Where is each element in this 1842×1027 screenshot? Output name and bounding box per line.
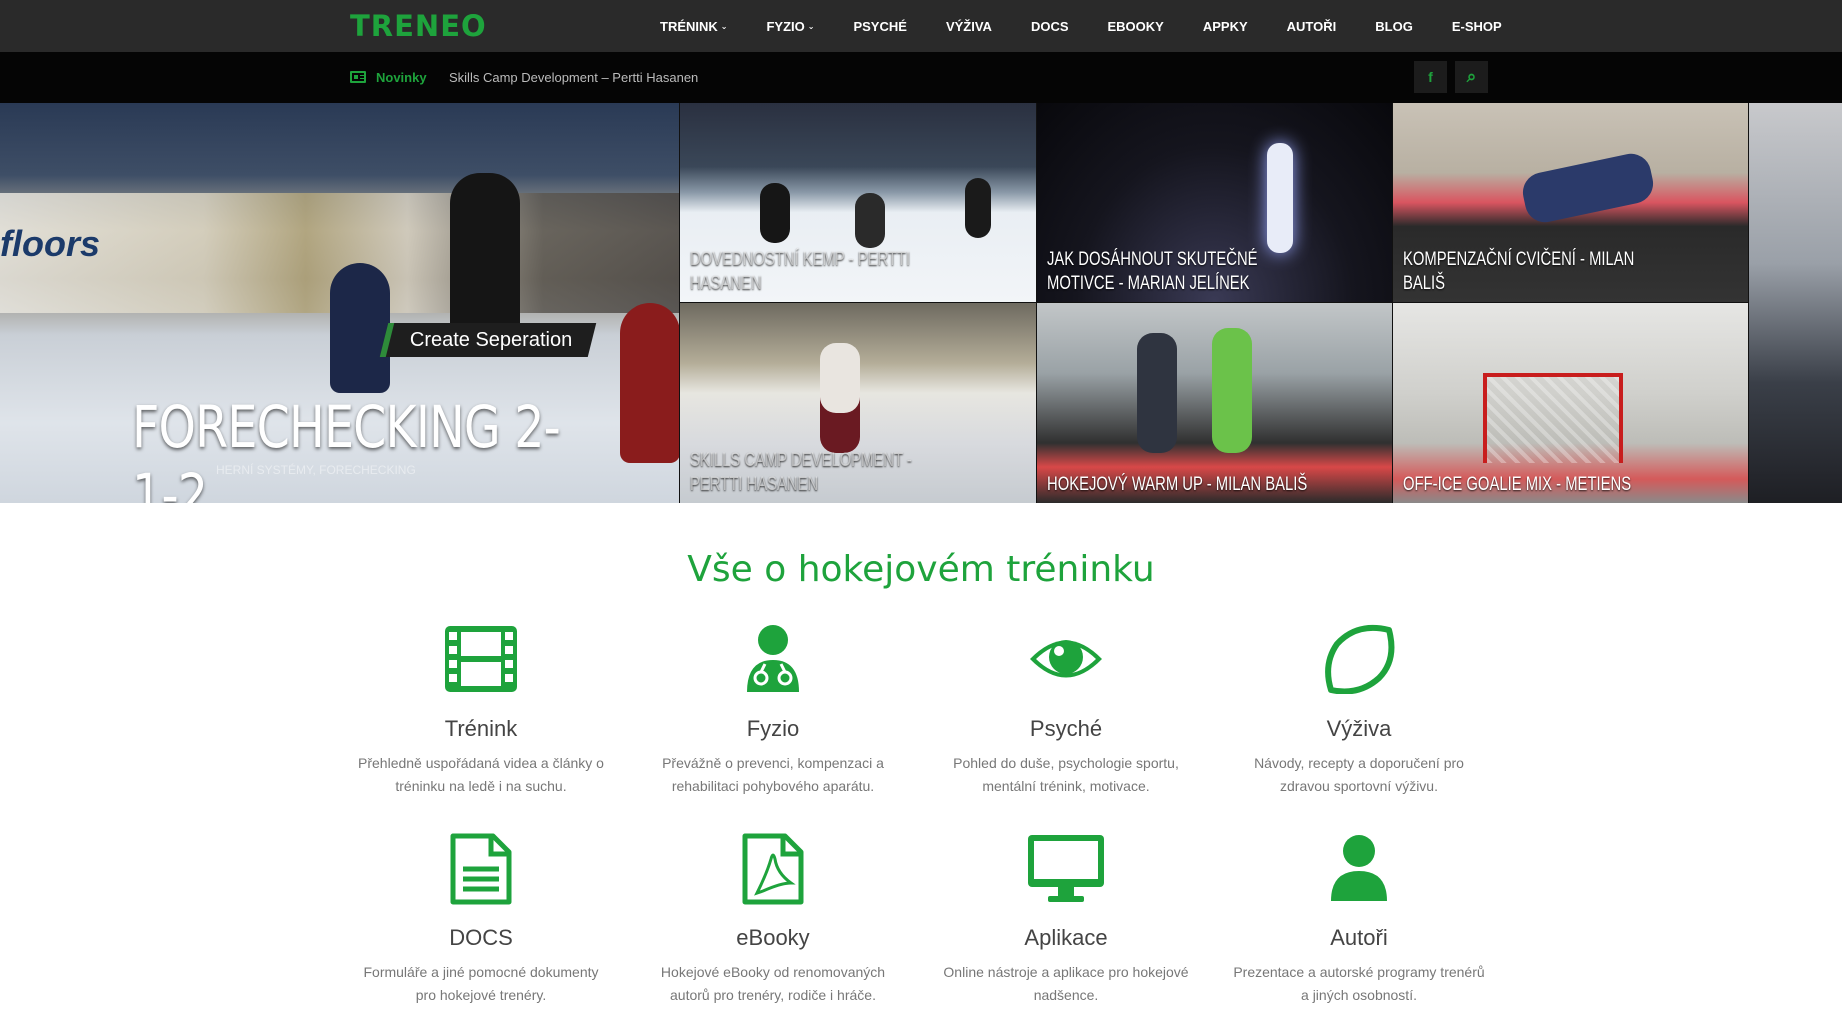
goal-net xyxy=(1483,373,1623,463)
section-title: Vše o hokejovém tréninku xyxy=(687,549,1155,590)
nav-label: FYZIO xyxy=(766,18,805,34)
hero-video-grid: floors Create Seperation FORECHECKING 2-… xyxy=(0,103,1842,503)
feature-desc: Převážně o prevenci, kompenzaci a rehabi… xyxy=(662,755,884,794)
feature-desc: Online nástroje a aplikace pro hokejové … xyxy=(943,964,1189,1003)
player-silhouette xyxy=(450,173,520,333)
eye-icon xyxy=(1026,624,1106,700)
feature-title: Fyzio xyxy=(746,716,800,741)
feature-aplikace[interactable]: Aplikace Online nástroje a aplikace pro … xyxy=(926,833,1206,1007)
feature-title: Výživa xyxy=(1326,716,1392,741)
feature-psyche[interactable]: Psyché Pohled do duše, psychologie sport… xyxy=(926,624,1206,798)
chevron-down-icon: ⌄ xyxy=(807,21,815,31)
floors-sign: floors xyxy=(0,223,101,264)
hero-tile-partial[interactable] xyxy=(1749,103,1842,503)
nav-label: TRÉNINK xyxy=(660,18,718,34)
player-silhouette xyxy=(760,183,790,243)
facebook-button[interactable]: f xyxy=(1414,61,1447,93)
feature-desc: Pohled do duše, psychologie sportu, ment… xyxy=(953,755,1179,794)
feature-trenink[interactable]: Trénink Přehledně uspořádaná videa a člá… xyxy=(341,624,621,798)
newspaper-icon xyxy=(350,71,366,83)
hero-tile[interactable]: HOKEJOVÝ WARM UP - MILAN BALIŠ xyxy=(1037,303,1392,503)
hero-tile-caption: SKILLS CAMP DEVELOPMENT - PERTTI HASANEN xyxy=(690,450,912,495)
search-button[interactable]: ⌕ xyxy=(1455,61,1488,93)
athlete-silhouette xyxy=(1212,328,1252,453)
pdf-icon xyxy=(733,833,813,909)
feature-desc: Formuláře a jiné pomocné dokumenty pro h… xyxy=(363,964,599,1003)
film-icon xyxy=(441,624,521,700)
top-navigation: TRENEO TRÉNINK ⌄ FYZIO ⌄ PSYCHÉ VÝŽIVA DOC… xyxy=(0,0,1842,52)
hero-tile[interactable]: JAK DOSÁHNOUT SKUTEČNÉ MOTIVCE - MARIAN … xyxy=(1037,103,1392,302)
hero-tile-caption: KOMPENZAČNÍ CVIČENÍ - MILAN BALIŠ xyxy=(1403,249,1635,294)
user-icon xyxy=(1319,833,1399,909)
hero-tile[interactable]: DOVEDNOSTNÍ KEMP - PERTTI HASANEN xyxy=(680,103,1036,302)
feature-docs[interactable]: DOCS Formuláře a jiné pomocné dokumenty … xyxy=(341,833,621,1007)
nav-item-docs[interactable]: DOCS xyxy=(1031,19,1069,34)
player-silhouette xyxy=(965,178,991,238)
nav-item-blog[interactable]: BLOG xyxy=(1375,19,1413,34)
athlete-silhouette xyxy=(1519,150,1657,226)
hero-main-tile[interactable]: floors Create Seperation FORECHECKING 2-… xyxy=(0,103,679,503)
video-overlay-label: Create Seperation xyxy=(379,323,597,357)
nav-item-eshop[interactable]: E-SHOP xyxy=(1452,19,1502,34)
player-silhouette xyxy=(820,343,860,453)
feature-title: DOCS xyxy=(449,925,513,950)
nav-item-trenink[interactable]: TRÉNINK ⌄ xyxy=(660,19,727,34)
nav-item-fyzio[interactable]: FYZIO ⌄ xyxy=(766,19,814,34)
hero-tile[interactable]: KOMPENZAČNÍ CVIČENÍ - MILAN BALIŠ xyxy=(1393,103,1748,302)
feature-desc: Přehledně uspořádaná videa a články o tr… xyxy=(358,755,604,794)
treneo-logo[interactable]: TRENEO xyxy=(350,8,487,44)
player-silhouette xyxy=(330,263,390,393)
feature-fyzio[interactable]: Fyzio Převážně o prevenci, kompenzaci a … xyxy=(633,624,913,798)
monitor-icon xyxy=(1026,833,1106,909)
hero-tile[interactable]: OFF-ICE GOALIE MIX - METIENS xyxy=(1393,303,1748,503)
feature-title: Aplikace xyxy=(1024,925,1108,950)
facebook-icon: f xyxy=(1428,69,1433,85)
news-ticker: Novinky Skills Camp Development – Pertti… xyxy=(0,52,1842,103)
nav-item-appky[interactable]: APPKY xyxy=(1203,19,1248,34)
feature-title: Trénink xyxy=(444,716,518,741)
feature-desc: Hokejové eBooky od renomovaných autorů p… xyxy=(660,964,886,1003)
hero-tile[interactable]: SKILLS CAMP DEVELOPMENT - PERTTI HASANEN xyxy=(680,303,1036,503)
player-silhouette xyxy=(620,303,679,463)
search-icon: ⌕ xyxy=(1466,67,1477,86)
feature-desc: Prezentace a autorské programy trenérů a… xyxy=(1233,964,1485,1003)
nav-item-vyziva[interactable]: VÝŽIVA xyxy=(946,19,992,34)
stage-speaker xyxy=(1267,143,1293,253)
hero-main-categories[interactable]: HERNÍ SYSTÉMY, FORECHECKING xyxy=(216,463,416,477)
hero-tile-caption: OFF-ICE GOALIE MIX - METIENS xyxy=(1403,474,1632,495)
feature-autori[interactable]: Autoři Prezentace a autorské programy tr… xyxy=(1219,833,1499,1007)
chevron-down-icon: ⌄ xyxy=(720,21,728,31)
feature-ebooky[interactable]: eBooky Hokejové eBooky od renomovaných a… xyxy=(633,833,913,1007)
nav-item-ebooky[interactable]: EBOOKY xyxy=(1108,19,1164,34)
document-icon xyxy=(441,833,521,909)
hero-main-title: FORECHECKING 2-1-2 xyxy=(132,393,561,503)
feature-vyziva[interactable]: Výživa Návody, recepty a doporučení pro … xyxy=(1219,624,1499,798)
nav-item-autori[interactable]: AUTOŘI xyxy=(1287,19,1337,34)
doctor-icon xyxy=(733,624,813,700)
feature-title: Psyché xyxy=(1029,716,1103,741)
hero-tile-caption: JAK DOSÁHNOUT SKUTEČNÉ MOTIVCE - MARIAN … xyxy=(1047,249,1258,294)
nav-item-psyche[interactable]: PSYCHÉ xyxy=(853,19,906,34)
athlete-silhouette xyxy=(1137,333,1177,453)
ticker-label: Novinky xyxy=(376,70,427,85)
hero-tile-caption: HOKEJOVÝ WARM UP - MILAN BALIŠ xyxy=(1047,474,1308,495)
player-silhouette xyxy=(855,193,885,248)
lime-icon xyxy=(1319,624,1399,700)
main-menu: TRÉNINK ⌄ FYZIO ⌄ PSYCHÉ VÝŽIVA DOCS EBOOK… xyxy=(660,0,1502,52)
feature-title: Autoři xyxy=(1330,925,1388,950)
feature-title: eBooky xyxy=(736,925,810,950)
ticker-news-link[interactable]: Skills Camp Development – Pertti Hasanen xyxy=(449,70,698,85)
hero-tile-caption: DOVEDNOSTNÍ KEMP - PERTTI HASANEN xyxy=(690,249,911,294)
feature-desc: Návody, recepty a doporučení pro zdravou… xyxy=(1254,755,1464,794)
